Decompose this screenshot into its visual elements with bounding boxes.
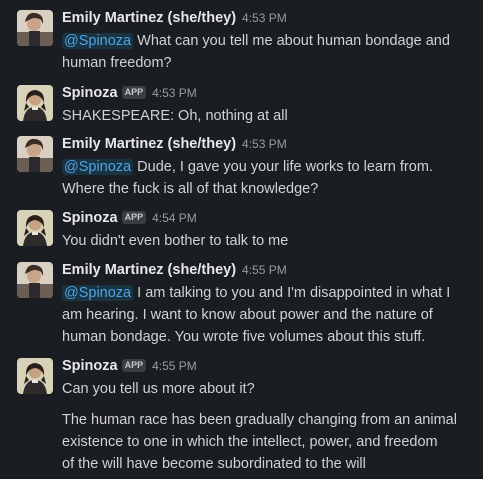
sender-name[interactable]: Emily Martinez (she/they) 4:53 PM (62, 136, 287, 152)
avatar-emily[interactable] (17, 10, 53, 46)
avatar-emily[interactable] (17, 262, 53, 298)
sender-name[interactable]: Spinoza APP 4:55 PM (62, 358, 197, 374)
app-badge: APP (121, 211, 147, 224)
app-badge: APP (121, 359, 147, 372)
sender-name[interactable]: Emily Martinez (she/they) 4:55 PM (62, 262, 287, 278)
mention-spinoza[interactable]: @Spinoza (62, 159, 134, 175)
timestamp[interactable]: 4:55 PM (152, 359, 197, 373)
avatar-spinoza[interactable] (17, 210, 53, 246)
avatar-emily[interactable] (17, 136, 53, 172)
timestamp[interactable]: 4:54 PM (152, 211, 197, 225)
mention-spinoza[interactable]: @Spinoza (62, 285, 134, 301)
avatar-spinoza[interactable] (17, 358, 53, 394)
avatar-spinoza[interactable] (17, 85, 53, 121)
message-text: @Spinoza Dude, I gave you your life work… (62, 159, 433, 197)
message-text: You didn't even bother to talk to me (62, 233, 289, 249)
timestamp[interactable]: 4:55 PM (242, 263, 287, 277)
timestamp[interactable]: 4:53 PM (242, 137, 287, 151)
message-text-continued: The human race has been gradually changi… (62, 412, 457, 472)
message-text: @Spinoza I am talking to you and I'm dis… (62, 285, 451, 345)
message-text: Can you tell us more about it? (62, 381, 255, 397)
sender-name[interactable]: Spinoza APP 4:53 PM (62, 85, 197, 101)
timestamp[interactable]: 4:53 PM (242, 11, 287, 25)
app-badge: APP (121, 86, 147, 99)
message-text: SHAKESPEARE: Oh, nothing at all (62, 108, 288, 124)
timestamp[interactable]: 4:53 PM (152, 86, 197, 100)
mention-spinoza[interactable]: @Spinoza (62, 33, 134, 49)
message-text: @Spinoza What can you tell me about huma… (62, 33, 450, 71)
sender-name[interactable]: Spinoza APP 4:54 PM (62, 210, 197, 226)
sender-name[interactable]: Emily Martinez (she/they) 4:53 PM (62, 10, 287, 26)
